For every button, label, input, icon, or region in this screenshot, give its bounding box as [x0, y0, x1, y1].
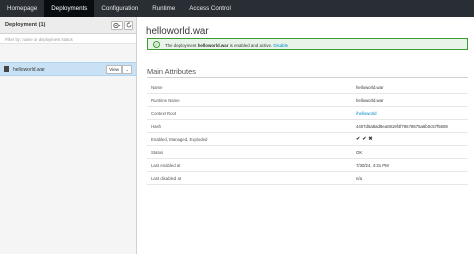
flags-group: ✔ ✔ ✖	[356, 136, 373, 142]
war-file-icon	[4, 66, 9, 72]
attribute-row-last-enabled: Last enabled at 7/30/24, 4:31 PM	[147, 159, 468, 172]
sidebar-options-button[interactable]	[111, 21, 123, 30]
attribute-value: n/a	[356, 176, 362, 181]
deployment-count: (1)	[38, 22, 46, 28]
deployment-details: helloworld.war ✓ The deployment hellowor…	[138, 17, 474, 254]
attribute-label: Context Root	[151, 111, 177, 116]
gear-icon	[113, 22, 121, 29]
sidebar-title: Deployment (1)	[5, 22, 45, 28]
attribute-value: helloworld.war	[356, 85, 384, 90]
disable-link[interactable]: Disable	[273, 43, 288, 48]
attribute-row-flags: Enabled, Managed, Exploded ✔ ✔ ✖	[147, 133, 468, 146]
deployment-sidebar: Deployment (1) helloworld.war View ⌄	[0, 17, 137, 254]
attribute-row-status: Status OK	[147, 146, 468, 159]
attribute-value: 4407d5a8ad9ea0819f4f79678675a6b0c57f5608	[356, 124, 448, 129]
attribute-label: Status	[151, 150, 164, 155]
view-button[interactable]: View	[106, 65, 122, 74]
tab-runtime[interactable]: Runtime	[145, 0, 182, 17]
attribute-value: 7/30/24, 4:31 PM	[356, 163, 389, 168]
page-title: helloworld.war	[146, 26, 209, 37]
refresh-icon	[126, 22, 131, 28]
attribute-label: Last disabled at	[151, 176, 182, 181]
check-icon: ✔	[362, 136, 367, 142]
refresh-button[interactable]	[124, 21, 133, 30]
section-title: Main Attributes	[147, 67, 196, 76]
status-value: OK	[356, 150, 363, 155]
context-root-link[interactable]: /helloworld	[356, 111, 377, 116]
deployment-list-item[interactable]: helloworld.war View ⌄	[0, 62, 136, 76]
attribute-row-runtime-name: Runtime Name helloworld.war	[147, 94, 468, 107]
sidebar-header: Deployment (1)	[0, 17, 136, 34]
section-divider	[147, 77, 468, 78]
chevron-down-icon: ⌄	[125, 67, 129, 72]
tab-configuration[interactable]: Configuration	[94, 0, 145, 17]
attribute-label: Last enabled at	[151, 163, 181, 168]
attribute-label: Name	[151, 85, 163, 90]
alert-message: The deployment helloworld.war is enabled…	[165, 43, 288, 48]
alert-prefix: The deployment	[165, 42, 198, 48]
attribute-row-hash: Hash 4407d5a8ad9ea0819f4f79678675a6b0c57…	[147, 120, 468, 133]
alert-deployment-name: helloworld.war	[197, 42, 229, 48]
alert-middle: is enabled and active.	[228, 42, 274, 48]
attribute-label: Runtime Name	[151, 98, 180, 103]
attribute-row-context-root: Context Root /helloworld	[147, 107, 468, 120]
actions-dropdown-button[interactable]: ⌄	[122, 65, 132, 74]
attribute-label: Hash	[151, 124, 162, 129]
attribute-label: Enabled, Managed, Exploded	[151, 137, 208, 142]
check-circle-icon: ✓	[153, 41, 160, 48]
cross-icon: ✖	[368, 136, 373, 142]
filter-input[interactable]	[0, 34, 136, 44]
filter-bar	[0, 34, 136, 44]
tab-homepage[interactable]: Homepage	[0, 0, 44, 17]
status-alert: ✓ The deployment helloworld.war is enabl…	[147, 38, 468, 50]
tab-deployments[interactable]: Deployments	[44, 0, 95, 17]
attribute-row-last-disabled: Last disabled at n/a	[147, 172, 468, 185]
sidebar-title-text: Deployment	[5, 22, 38, 28]
tab-access-control[interactable]: Access Control	[182, 0, 238, 17]
check-icon: ✔	[356, 136, 361, 142]
top-navigation: Homepage Deployments Configuration Runti…	[0, 0, 474, 17]
attribute-value: helloworld.war	[356, 98, 384, 103]
deployment-item-label: helloworld.war	[13, 67, 45, 73]
attribute-row-name: Name helloworld.war	[147, 81, 468, 94]
